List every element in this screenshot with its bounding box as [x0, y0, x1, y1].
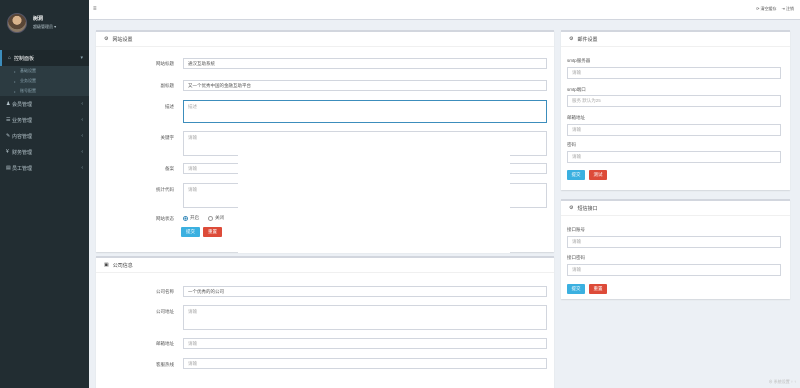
submit-button[interactable]: 提交	[567, 170, 585, 180]
field-label: 公司地址	[156, 309, 174, 314]
user-role[interactable]: 超级管理员 ▾	[33, 24, 56, 30]
field-label: 备案	[165, 166, 174, 171]
keywords-textarea[interactable]: 请输	[183, 131, 547, 156]
sidebar-item-dashboard[interactable]: ⌂ 控制面板 ▾	[0, 50, 89, 66]
radio-icon	[208, 215, 213, 221]
sidebar: 树洞 超级管理员 ▾ ⌂ 控制面板 ▾ • 基础设置 • 业务设置 • 账号配置 ♟ …	[0, 0, 89, 388]
radio-icon	[183, 215, 188, 221]
test-button[interactable]: 测试	[589, 170, 607, 180]
user-panel: 树洞 超级管理员 ▾	[0, 0, 89, 45]
chevron-left-icon: ‹	[81, 165, 83, 171]
panel-title: 网站设置	[112, 36, 133, 43]
company-info-panel: ▣ 公司信息 公司名称 一个优秀的的公司 公司地址 请输 邮箱地址 请输 客服热…	[96, 256, 554, 388]
sidebar-item-content[interactable]: ✎ 内容管理 ‹	[0, 128, 89, 144]
panel-title: 邮件设置	[577, 36, 598, 43]
panel-header: ▣ 公司信息	[96, 258, 554, 273]
mail-password-input[interactable]: 请输	[567, 151, 781, 163]
clear-cache-link[interactable]: ⟳ 清空缓存	[756, 6, 776, 12]
user-name: 树洞	[33, 16, 44, 22]
field-label: smtp端口	[567, 87, 586, 92]
panel-title: 公司信息	[112, 262, 133, 269]
field-label: 接口密码	[567, 255, 585, 260]
sidebar-subitem-basic[interactable]: • 基础设置	[0, 66, 89, 76]
smtp-port-input[interactable]: 服务 默认为25	[567, 95, 781, 107]
panel-title: 短信接口	[577, 205, 598, 212]
avatar[interactable]	[7, 12, 27, 33]
hotline-input[interactable]: 请输	[183, 358, 547, 369]
sidebar-submenu: • 基础设置 • 业务设置 • 账号配置	[0, 66, 89, 96]
gear-icon: ⚙	[569, 36, 574, 42]
logout-link[interactable]: ⇥ 注销	[782, 6, 794, 12]
field-label: 邮箱地址	[567, 115, 585, 120]
chevron-left-icon: ‹	[81, 133, 83, 139]
mail-address-input[interactable]: 请输	[567, 124, 781, 136]
menu-toggle-icon[interactable]: ≡	[93, 6, 97, 12]
field-label: 客服热线	[156, 362, 174, 367]
description-textarea[interactable]: 描述	[183, 100, 547, 123]
field-label: 副标题	[160, 83, 175, 88]
field-label: smtp服务器	[567, 58, 591, 63]
gear-icon: ⚙	[104, 36, 109, 42]
chevron-left-icon: ‹	[81, 117, 83, 123]
sidebar-item-business[interactable]: ☰ 业务管理 ‹	[0, 112, 89, 128]
panel-header: ⚙ 邮件设置	[561, 32, 790, 47]
chevron-left-icon: ‹	[81, 101, 83, 107]
field-label: 网站标题	[156, 61, 174, 66]
smtp-server-input[interactable]: 请输	[567, 67, 781, 79]
field-label: 接口账号	[567, 227, 585, 232]
top-navbar: ≡ ⟳ 清空缓存 ⇥ 注销	[89, 0, 800, 20]
status-radio-off[interactable]: 关闭	[208, 215, 224, 221]
field-label: 网站状态	[156, 216, 174, 221]
sms-password-input[interactable]: 请输	[567, 264, 781, 276]
reset-button[interactable]: 重置	[589, 284, 607, 294]
sms-account-input[interactable]: 请输	[567, 236, 781, 248]
footer-corner-text: ⊕ 系统设置 ↑ ↑	[768, 379, 796, 384]
sidebar-subitem-business[interactable]: • 业务设置	[0, 76, 89, 86]
submit-button[interactable]: 提交	[181, 227, 200, 237]
site-title-input[interactable]: 通汉互助系统	[183, 58, 547, 69]
sidebar-item-label: 控制面板	[14, 55, 35, 62]
field-label: 关键字	[160, 135, 175, 140]
field-label: 邮箱地址	[156, 341, 174, 346]
submit-button[interactable]: 提交	[567, 284, 585, 294]
company-address-textarea[interactable]: 请输	[183, 305, 547, 330]
field-label: 公司名称	[156, 289, 174, 294]
company-name-input[interactable]: 一个优秀的的公司	[183, 286, 547, 297]
gear-icon: ⚙	[569, 205, 574, 211]
panel-header: ⚙ 短信接口	[561, 201, 790, 216]
card-icon: ▣	[104, 262, 109, 268]
subtitle-input[interactable]: 又一个优秀中国的金融互助平台	[183, 80, 547, 91]
reset-button[interactable]: 重置	[203, 227, 222, 237]
blank-overlay	[238, 155, 510, 253]
chevron-left-icon: ‹	[81, 149, 83, 155]
field-label: 密码	[567, 142, 576, 147]
sidebar-subitem-account[interactable]: • 账号配置	[0, 86, 89, 96]
mail-settings-panel: ⚙ 邮件设置 smtp服务器 请输 smtp端口 服务 默认为25 邮箱地址 请…	[561, 30, 790, 190]
panel-header: ⚙ 网站设置	[96, 32, 554, 47]
sidebar-item-finance[interactable]: ¥ 财务管理 ‹	[0, 144, 89, 160]
chevron-down-icon: ▾	[80, 55, 83, 61]
field-label: 统计代码	[156, 187, 174, 192]
sidebar-item-members[interactable]: ♟ 会员管理 ‹	[0, 96, 89, 112]
email-input[interactable]: 请输	[183, 338, 547, 349]
status-radio-on[interactable]: 开启	[183, 215, 199, 221]
sidebar-item-staff[interactable]: ▤ 员工管理 ‹	[0, 160, 89, 176]
field-label: 描述	[165, 104, 174, 109]
sms-settings-panel: ⚙ 短信接口 接口账号 请输 接口密码 请输 提交 重置	[561, 199, 790, 299]
